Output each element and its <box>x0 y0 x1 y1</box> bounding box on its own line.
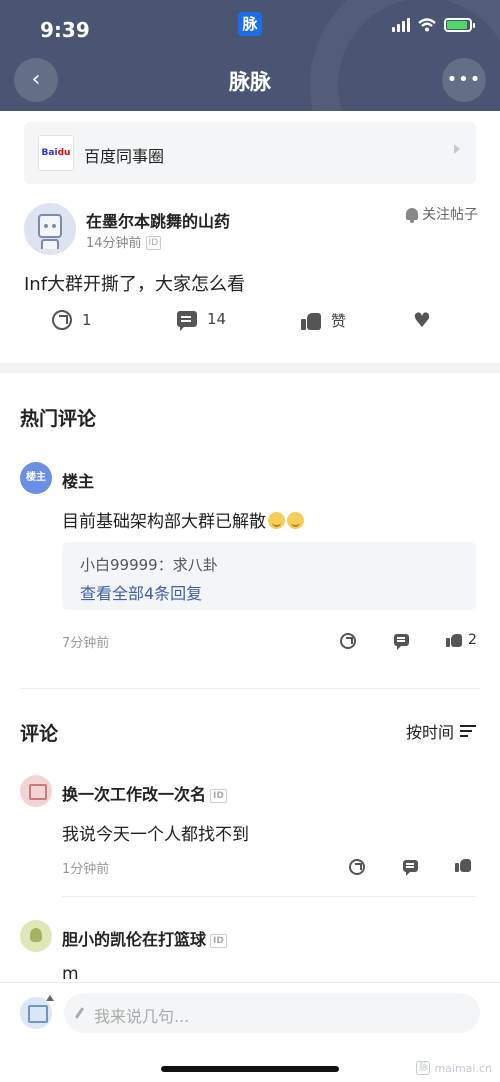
comment-input[interactable]: 我来说几句... <box>64 993 480 1033</box>
comment-like-button[interactable] <box>455 858 471 872</box>
author-avatar[interactable] <box>24 203 76 255</box>
post-text: Inf大群开撕了，大家怎么看 <box>24 274 246 295</box>
comment-time: 7分钟前 <box>62 636 110 651</box>
share-icon <box>340 633 356 649</box>
comment-icon <box>403 860 418 876</box>
my-avatar[interactable] <box>20 997 52 1029</box>
section-divider <box>0 363 500 373</box>
comments-title: 评论 <box>20 723 59 745</box>
like-count: 2 <box>468 632 477 648</box>
post-time: 14分钟前 ID <box>86 232 162 251</box>
bell-icon <box>406 208 418 223</box>
corner-indicator-icon <box>46 995 54 1001</box>
circle-name: 百度同事圈 <box>84 147 165 166</box>
commenter-avatar[interactable] <box>20 920 52 952</box>
id-badge: ID <box>145 236 162 250</box>
divider <box>20 688 480 689</box>
reply-preview-box[interactable]: 小白99999：求八卦 查看全部4条回复 <box>62 542 476 610</box>
comment-author[interactable]: 换一次工作改一次名 ID <box>62 781 227 805</box>
author-name[interactable]: 在墨尔本跳舞的山药 <box>86 208 230 232</box>
thumbs-up-icon <box>301 312 321 330</box>
comment-text: 我说今天一个人都找不到 <box>62 825 249 845</box>
chevron-right-icon <box>454 144 460 154</box>
comment-icon <box>394 634 409 650</box>
top-header: 9:39 脉 ‹ 脉脉 ••• <box>0 0 500 111</box>
battery-icon <box>444 18 475 32</box>
hot-comments-title: 热门评论 <box>20 408 97 430</box>
circle-card[interactable]: Baidu 百度同事圈 <box>24 122 476 184</box>
owner-avatar[interactable]: 楼主 <box>20 462 52 494</box>
maimai-logo: 脉 <box>416 1061 431 1075</box>
view-all-replies-link[interactable]: 查看全部4条回复 <box>80 580 202 604</box>
share-icon <box>52 310 72 330</box>
comment-like-button[interactable]: 2 <box>446 632 477 648</box>
commenter-avatar[interactable] <box>20 775 52 807</box>
wifi-icon <box>418 18 436 32</box>
divider <box>62 896 476 897</box>
id-badge: ID <box>210 789 227 803</box>
home-indicator <box>161 1066 339 1072</box>
comment-reply-button[interactable] <box>403 860 418 876</box>
status-time: 9:39 <box>40 18 90 42</box>
sort-icon <box>460 724 476 738</box>
share-button[interactable]: 1 <box>52 310 92 330</box>
pencil-icon <box>74 1007 85 1019</box>
comment-input-placeholder: 我来说几句... <box>94 1007 190 1026</box>
app-icon: 脉 <box>238 12 262 36</box>
comment-author[interactable]: 胆小的凯伦在打篮球 ID <box>62 926 227 950</box>
share-count: 1 <box>82 311 92 329</box>
comment-share-button[interactable] <box>340 633 356 649</box>
follow-post-button[interactable]: 关注帖子 <box>406 204 478 224</box>
id-badge: ID <box>210 934 227 948</box>
comment-button[interactable]: 14 <box>177 310 227 331</box>
reply-preview: 小白99999：求八卦 <box>80 556 218 574</box>
page-title: 脉脉 <box>229 70 271 94</box>
comment-text: 目前基础架构部大群已解散 <box>62 507 304 532</box>
comment-author[interactable]: 楼主 <box>62 468 94 492</box>
status-indicators <box>392 18 475 32</box>
bottom-bar: 我来说几句... 脉 maimai.cn <box>0 982 500 1082</box>
sort-button[interactable]: 按时间 <box>406 719 476 743</box>
comment-share-button[interactable] <box>349 859 365 875</box>
like-button[interactable]: 赞 <box>301 310 346 331</box>
emoji-icon <box>268 512 285 529</box>
emoji-icon <box>287 512 304 529</box>
comment-count: 14 <box>207 310 227 328</box>
watermark: 脉 maimai.cn <box>416 1061 492 1075</box>
broken-heart-icon: ♥ <box>413 308 431 332</box>
baidu-logo: Baidu <box>38 135 74 171</box>
like-label: 赞 <box>331 312 347 330</box>
signal-icon <box>392 18 410 32</box>
thumbs-up-icon <box>446 633 462 647</box>
sort-label: 按时间 <box>405 723 454 742</box>
comment-reply-button[interactable] <box>394 634 409 650</box>
thumbs-up-icon <box>455 858 471 872</box>
comment-text: m <box>62 964 79 984</box>
comment-time: 1分钟前 <box>62 862 110 877</box>
share-icon <box>349 859 365 875</box>
more-options-button[interactable]: ••• <box>442 58 486 102</box>
comment-icon <box>177 311 197 331</box>
dislike-button[interactable]: ♥ <box>413 310 431 330</box>
